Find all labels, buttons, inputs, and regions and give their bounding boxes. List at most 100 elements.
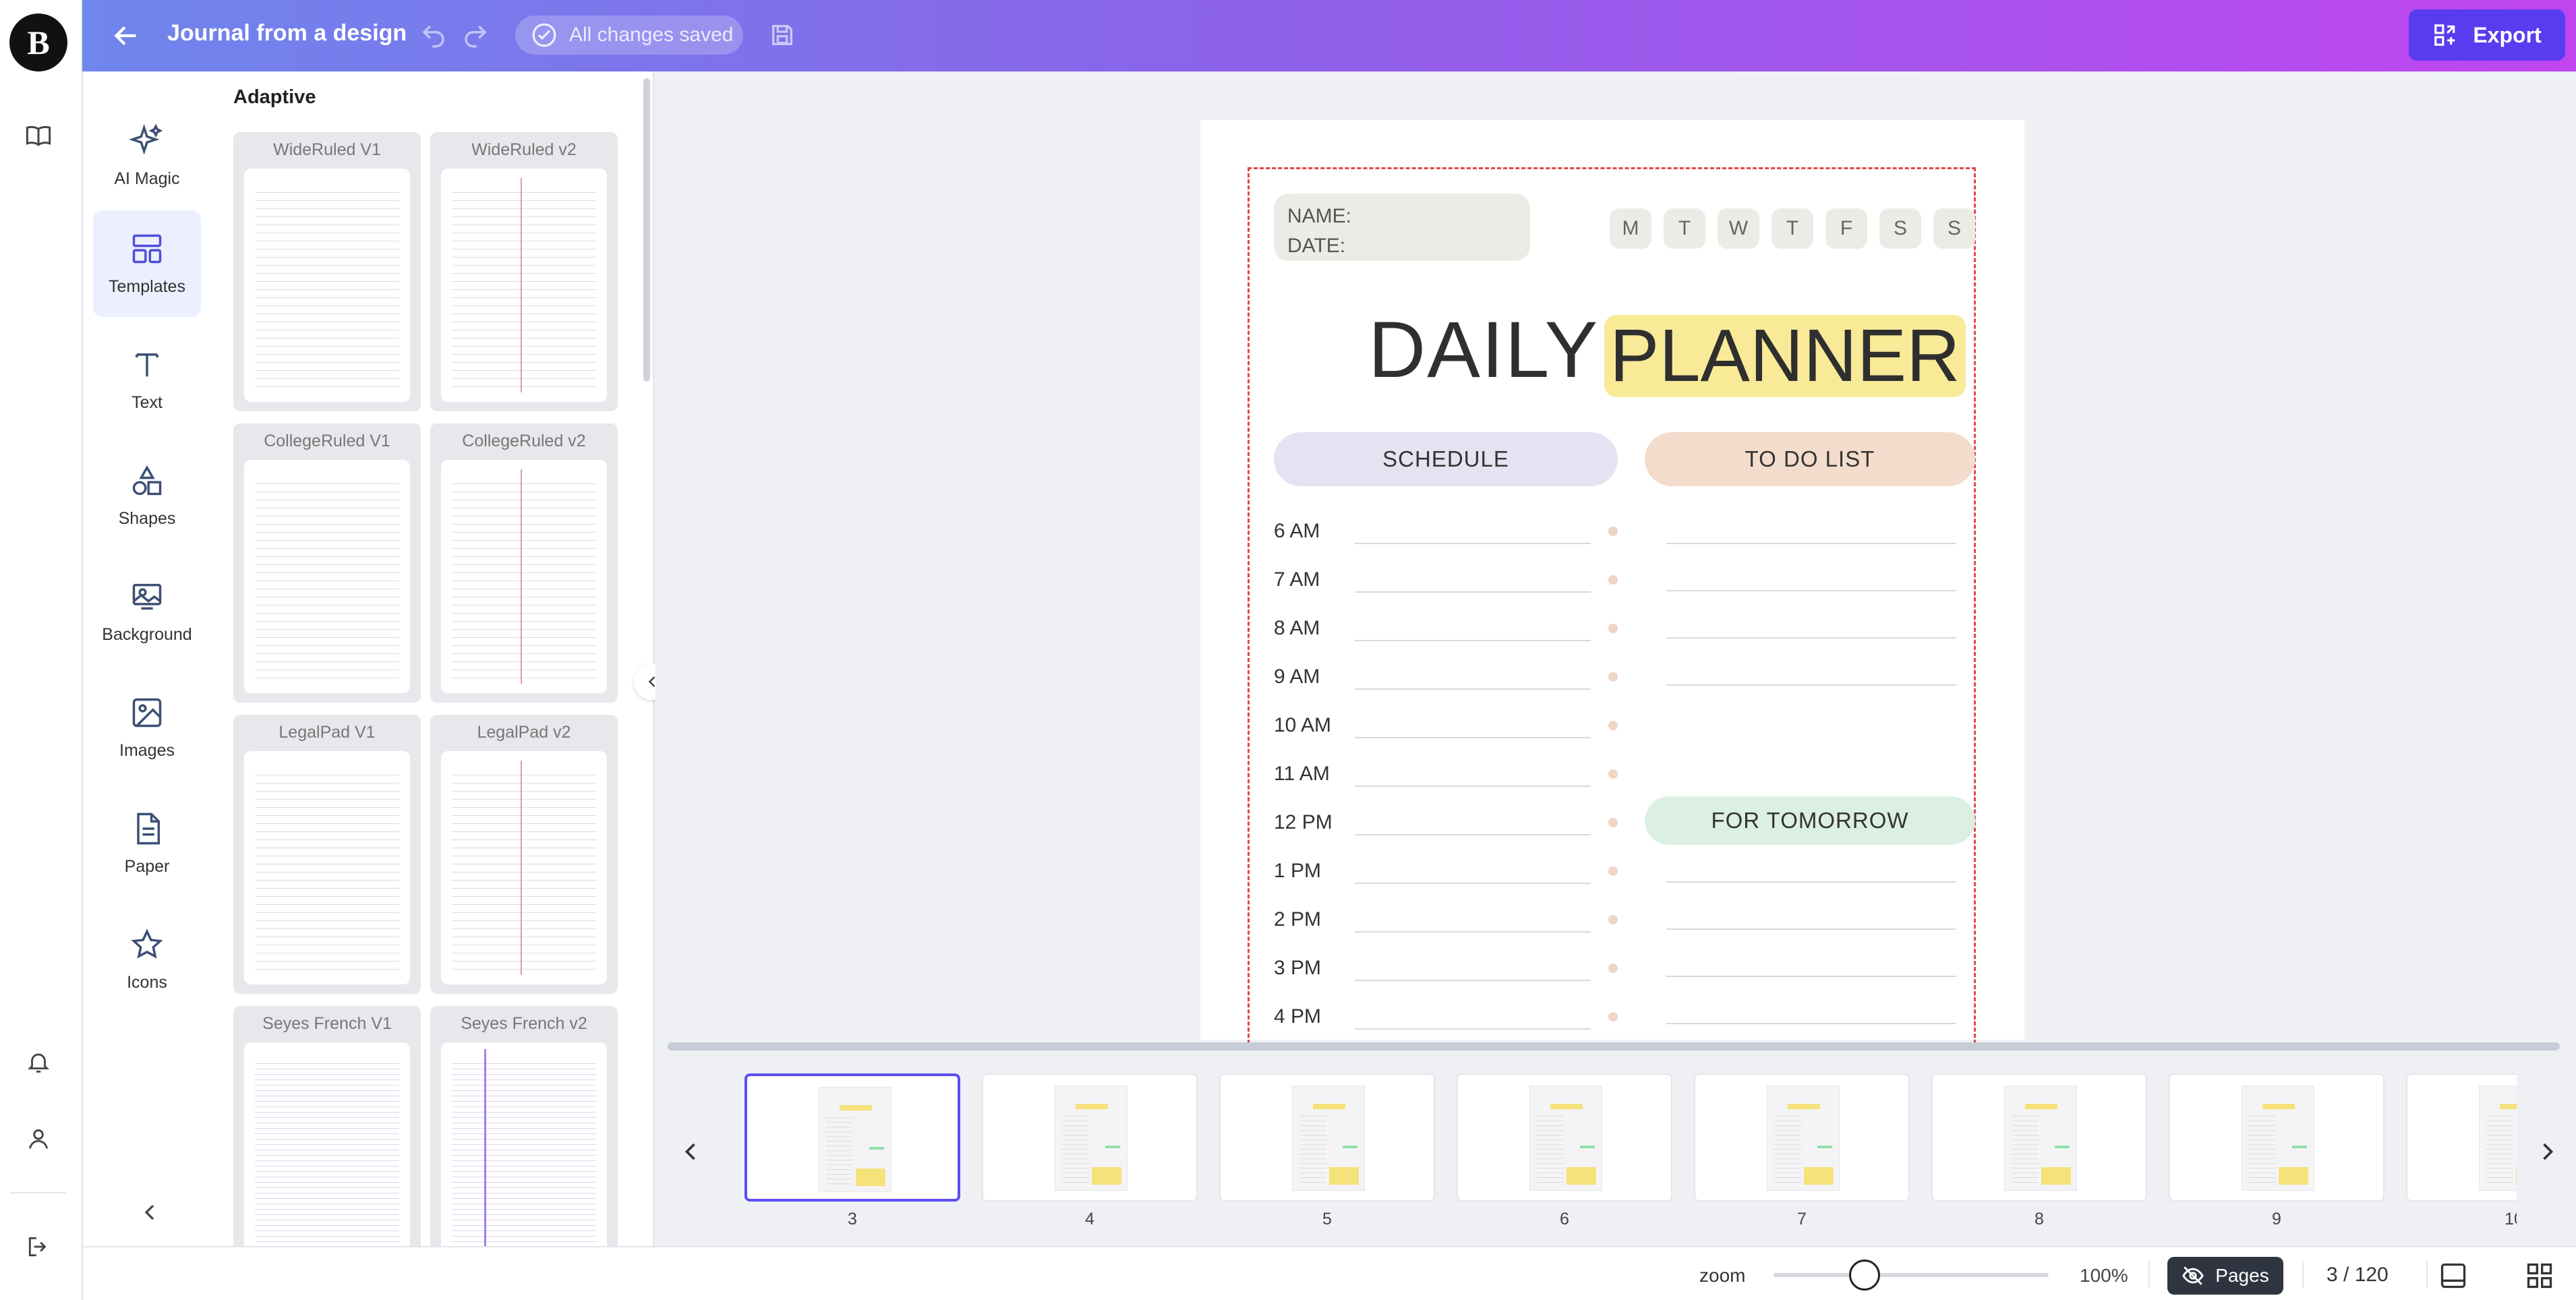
template-preview: [441, 751, 607, 984]
sparkles-icon: [129, 123, 163, 155]
thumbnail-preview: [819, 1087, 891, 1192]
collapse-chevron-icon[interactable]: [136, 1199, 163, 1226]
template-card-wideruled-v1[interactable]: WideRuled V1: [233, 132, 421, 411]
template-card-collegeruled-v2[interactable]: CollegeRuled v2: [430, 423, 618, 703]
writing-line[interactable]: [1666, 928, 1956, 930]
weekday-selector: M T W T F S S: [1610, 208, 1975, 249]
tool-paper[interactable]: Paper: [93, 790, 201, 897]
check-circle-icon: [532, 23, 556, 47]
schedule-header[interactable]: SCHEDULE: [1274, 432, 1618, 486]
tool-background[interactable]: Background: [93, 558, 201, 665]
day-box[interactable]: M: [1610, 208, 1651, 249]
writing-line[interactable]: [1666, 590, 1956, 591]
thumbs-prev-icon[interactable]: [676, 1137, 705, 1166]
schedule-time-label: 9 AM: [1274, 666, 1320, 688]
page-thumbnail[interactable]: [1219, 1073, 1435, 1202]
schedule-line[interactable]: [1355, 931, 1591, 933]
page-thumbnail[interactable]: [1694, 1073, 1910, 1202]
brand-logo[interactable]: B: [9, 13, 67, 71]
zoom-slider[interactable]: [1774, 1273, 2049, 1277]
zoom-slider-handle[interactable]: [1848, 1260, 1880, 1291]
book-icon[interactable]: [20, 117, 57, 154]
tool-label: Background: [102, 624, 192, 644]
tool-text[interactable]: Text: [93, 326, 201, 433]
for-tomorrow-header[interactable]: FOR TOMORROW: [1645, 796, 1975, 845]
bell-icon[interactable]: [20, 1044, 57, 1080]
page-thumbnail[interactable]: [2169, 1073, 2384, 1202]
thumbs-next-icon[interactable]: [2533, 1137, 2563, 1166]
schedule-dot: [1608, 721, 1618, 730]
writing-line[interactable]: [1666, 976, 1956, 977]
template-preview: [244, 169, 410, 402]
schedule-line[interactable]: [1355, 737, 1591, 738]
schedule-line[interactable]: [1355, 883, 1591, 884]
template-preview: [244, 1042, 410, 1246]
template-card-seyes-v1[interactable]: Seyes French V1: [233, 1006, 421, 1246]
canvas-horizontal-scrollbar[interactable]: [668, 1042, 2560, 1051]
template-preview: [244, 751, 410, 984]
single-page-view-icon[interactable]: [2438, 1261, 2468, 1291]
tool-label: Icons: [127, 972, 167, 992]
name-date-box[interactable]: NAME: DATE:: [1274, 194, 1530, 261]
writing-line[interactable]: [1666, 1023, 1956, 1024]
day-box[interactable]: T: [1772, 208, 1813, 249]
thumbnail-page-number: 9: [2272, 1210, 2281, 1229]
tool-images[interactable]: Images: [93, 674, 201, 781]
rail-divider: [11, 1192, 66, 1193]
page-thumbnail[interactable]: [982, 1073, 1198, 1202]
logout-icon[interactable]: [20, 1229, 57, 1265]
template-card-seyes-v2[interactable]: Seyes French v2: [430, 1006, 618, 1246]
writing-line[interactable]: [1666, 881, 1956, 883]
schedule-line[interactable]: [1355, 543, 1591, 544]
undo-icon[interactable]: [419, 22, 448, 50]
document-title[interactable]: Journal from a design: [167, 20, 407, 47]
tool-ai-magic[interactable]: AI Magic: [93, 102, 201, 209]
template-label: WideRuled V1: [273, 140, 381, 159]
schedule-time-label: 6 AM: [1274, 520, 1320, 542]
pages-toggle-button[interactable]: Pages: [2167, 1257, 2283, 1295]
writing-line[interactable]: [1666, 637, 1956, 639]
day-box[interactable]: T: [1664, 208, 1705, 249]
schedule-line[interactable]: [1355, 640, 1591, 641]
templates-scrollbar[interactable]: [643, 78, 650, 382]
export-button[interactable]: Export: [2409, 9, 2565, 61]
schedule-line[interactable]: [1355, 1028, 1591, 1030]
title-daily[interactable]: DAILY: [1368, 304, 1599, 396]
tool-icons[interactable]: Icons: [93, 906, 201, 1013]
schedule-line[interactable]: [1355, 834, 1591, 835]
schedule-line[interactable]: [1355, 786, 1591, 787]
page-thumbnail[interactable]: [2406, 1073, 2517, 1202]
tool-templates[interactable]: Templates: [93, 210, 201, 317]
page-thumbnail[interactable]: [1457, 1073, 1672, 1202]
template-card-collegeruled-v1[interactable]: CollegeRuled V1: [233, 423, 421, 703]
redo-icon[interactable]: [461, 22, 490, 50]
grid-view-icon[interactable]: [2525, 1261, 2554, 1291]
schedule-line[interactable]: [1355, 591, 1591, 593]
template-card-legalpad-v2[interactable]: LegalPad v2: [430, 715, 618, 994]
thumbnail-page-number: 4: [1085, 1210, 1094, 1229]
day-box[interactable]: S: [1933, 208, 1975, 249]
template-card-wideruled-v2[interactable]: WideRuled v2: [430, 132, 618, 411]
page-thumbnail[interactable]: [744, 1073, 960, 1202]
background-icon: [132, 583, 162, 610]
day-box[interactable]: W: [1718, 208, 1759, 249]
thumbnail-page-number: 5: [1322, 1210, 1332, 1229]
template-card-legalpad-v1[interactable]: LegalPad V1: [233, 715, 421, 994]
page-thumbnail[interactable]: [1931, 1073, 2147, 1202]
writing-line[interactable]: [1666, 543, 1956, 544]
schedule-line[interactable]: [1355, 980, 1591, 981]
template-preview: [244, 460, 410, 693]
user-icon[interactable]: [20, 1121, 57, 1157]
todo-header[interactable]: TO DO LIST: [1645, 432, 1975, 486]
title-planner[interactable]: PLANNER: [1604, 315, 1966, 397]
schedule-line[interactable]: [1355, 688, 1591, 690]
writing-line[interactable]: [1666, 684, 1956, 686]
tool-shapes[interactable]: Shapes: [93, 442, 201, 549]
day-box[interactable]: F: [1825, 208, 1867, 249]
schedule-time-label: 2 PM: [1274, 908, 1322, 930]
save-disk-icon[interactable]: [769, 22, 796, 49]
day-box[interactable]: S: [1879, 208, 1921, 249]
back-arrow-icon[interactable]: [109, 19, 143, 53]
template-preview: [441, 1042, 607, 1246]
planner-page[interactable]: NAME: DATE: M T W T F S S DAILY PLANNER …: [1200, 120, 2024, 1044]
